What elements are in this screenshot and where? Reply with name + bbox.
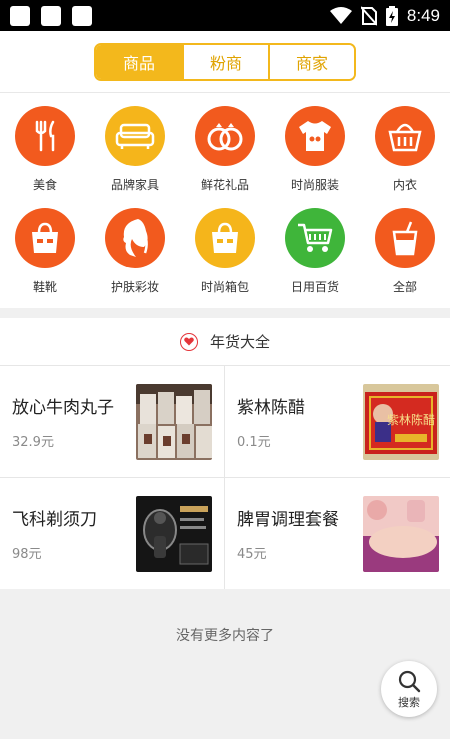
cart-icon xyxy=(285,208,345,268)
product-price: 45元 xyxy=(237,547,267,562)
fork-knife-icon xyxy=(15,106,75,166)
category-furniture[interactable]: 品牌家具 xyxy=(90,106,180,192)
product-image xyxy=(136,495,212,572)
product-image xyxy=(136,383,212,460)
category-grid: 美食 品牌家具 鲜花礼品 时尚服装 内衣 鞋靴 护肤彩妆 时尚箱包 日用百货 全… xyxy=(0,93,450,308)
category-fashion[interactable]: 时尚服装 xyxy=(270,106,360,192)
product-grid: 放心牛肉丸子 32.9元 紫林陈醋 0.1元 紫林陈醋 飞科剃须刀 98元 脾胃… xyxy=(0,366,450,589)
category-flowers-gifts[interactable]: 鲜花礼品 xyxy=(180,106,270,192)
category-skincare[interactable]: 护肤彩妆 xyxy=(90,208,180,294)
tshirt-icon xyxy=(285,106,345,166)
product-image-text: 紫林陈醋 xyxy=(387,412,435,427)
category-shoes[interactable]: 鞋靴 xyxy=(0,208,90,294)
product-name: 脾胃调理套餐 xyxy=(237,510,339,530)
notification-icon xyxy=(10,5,30,26)
cup-icon xyxy=(375,208,435,268)
search-button[interactable]: 搜索 xyxy=(381,661,437,717)
category-label: 品牌家具 xyxy=(110,178,159,192)
category-all[interactable]: 全部 xyxy=(360,208,450,294)
product-card[interactable]: 紫林陈醋 0.1元 紫林陈醋 xyxy=(225,366,450,477)
sofa-icon xyxy=(105,106,165,166)
tab-merchants[interactable]: 商家 xyxy=(268,44,354,79)
segment-tabs: 商品 粉商 商家 xyxy=(94,42,356,81)
category-label: 鲜花礼品 xyxy=(200,178,249,192)
product-card[interactable]: 放心牛肉丸子 32.9元 xyxy=(0,366,224,477)
no-more-content: 没有更多内容了 xyxy=(176,628,274,644)
category-label: 时尚服装 xyxy=(290,178,339,192)
heart-icon xyxy=(179,332,198,351)
category-food[interactable]: 美食 xyxy=(0,106,90,192)
product-name: 紫林陈醋 xyxy=(237,398,305,418)
no-sim-icon xyxy=(360,5,377,26)
product-card[interactable]: 飞科剃须刀 98元 xyxy=(0,478,224,589)
bag-icon xyxy=(15,208,75,268)
notification-icons xyxy=(10,5,92,26)
product-name: 飞科剃须刀 xyxy=(12,510,97,530)
category-label: 美食 xyxy=(32,178,57,192)
category-label: 日用百货 xyxy=(290,280,339,294)
battery-charging-icon xyxy=(385,5,398,26)
search-icon xyxy=(398,670,421,692)
product-price: 32.9元 xyxy=(12,435,54,450)
tab-products[interactable]: 商品 xyxy=(96,44,182,79)
category-label: 鞋靴 xyxy=(32,280,57,294)
face-icon xyxy=(105,208,165,268)
product-image xyxy=(363,495,439,572)
wifi-icon xyxy=(329,6,352,24)
section-gap xyxy=(0,308,450,318)
top-bar: 商品 粉商 商家 xyxy=(0,31,450,93)
notification-icon xyxy=(72,5,92,26)
clock: 8:49 xyxy=(406,5,440,25)
category-label: 时尚箱包 xyxy=(200,280,249,294)
product-name: 放心牛肉丸子 xyxy=(12,398,114,418)
status-bar: 8:49 xyxy=(0,0,450,31)
product-card[interactable]: 脾胃调理套餐 45元 xyxy=(225,478,450,589)
category-label: 护肤彩妆 xyxy=(110,280,159,294)
category-label: 全部 xyxy=(392,280,417,294)
section-title: 年货大全 xyxy=(209,333,270,351)
search-button-label: 搜索 xyxy=(398,695,420,709)
category-daily-goods[interactable]: 日用百货 xyxy=(270,208,360,294)
handbag-icon xyxy=(195,208,255,268)
product-price: 98元 xyxy=(12,547,42,562)
tab-fans[interactable]: 粉商 xyxy=(182,44,268,79)
category-label: 内衣 xyxy=(392,178,417,192)
product-price: 0.1元 xyxy=(237,435,271,450)
category-underwear[interactable]: 内衣 xyxy=(360,106,450,192)
notification-icon xyxy=(41,5,61,26)
product-image: 紫林陈醋 xyxy=(363,383,439,460)
section-header: 年货大全 xyxy=(0,318,450,366)
rings-icon xyxy=(195,106,255,166)
category-bags[interactable]: 时尚箱包 xyxy=(180,208,270,294)
basket-icon xyxy=(375,106,435,166)
